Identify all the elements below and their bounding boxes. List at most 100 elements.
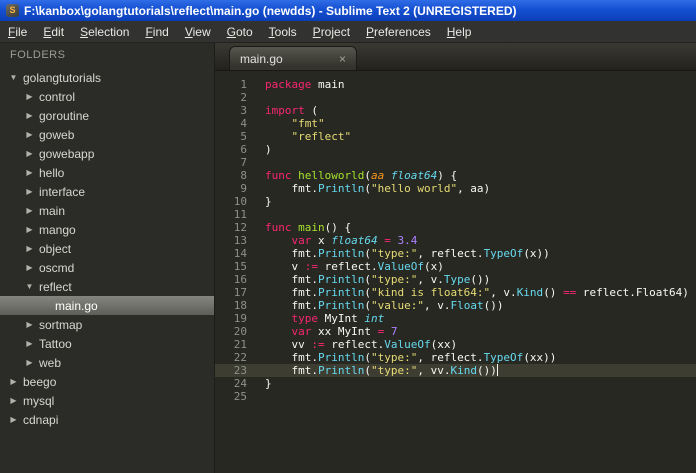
code-line-17[interactable]: 17 fmt.Println("kind is float64:", v.Kin… bbox=[215, 286, 696, 299]
menu-view[interactable]: View bbox=[177, 22, 219, 42]
sidebar-item-web[interactable]: web bbox=[0, 353, 214, 372]
code-line-1[interactable]: 1 package main bbox=[215, 78, 696, 91]
sidebar-item-goroutine[interactable]: goroutine bbox=[0, 106, 214, 125]
code-line-10[interactable]: 10} bbox=[215, 195, 696, 208]
code-line-2[interactable]: 2 bbox=[215, 91, 696, 104]
chevron-right-icon[interactable] bbox=[22, 187, 37, 196]
menu-file[interactable]: File bbox=[0, 22, 35, 42]
tree-item-label: interface bbox=[39, 184, 86, 199]
sidebar-item-mysql[interactable]: mysql bbox=[0, 391, 214, 410]
menu-help[interactable]: Help bbox=[439, 22, 480, 42]
tab-close-icon[interactable]: × bbox=[323, 52, 346, 66]
sidebar-item-beego[interactable]: beego bbox=[0, 372, 214, 391]
chevron-right-icon[interactable] bbox=[22, 244, 37, 253]
sublime-text-window: S F:\kanbox\golangtutorials\reflect\main… bbox=[0, 0, 696, 473]
sidebar-item-main-go[interactable]: main.go bbox=[0, 296, 214, 315]
line-content: fmt.Println("type:", reflect.TypeOf(x)) bbox=[265, 247, 550, 260]
code-line-12[interactable]: 12 func main() { bbox=[215, 221, 696, 234]
sidebar-item-sortmap[interactable]: sortmap bbox=[0, 315, 214, 334]
chevron-right-icon[interactable] bbox=[6, 415, 21, 424]
menu-tools[interactable]: Tools bbox=[261, 22, 305, 42]
sidebar-item-oscmd[interactable]: oscmd bbox=[0, 258, 214, 277]
sidebar-item-control[interactable]: control bbox=[0, 87, 214, 106]
line-content: ) bbox=[265, 143, 272, 156]
code-line-6[interactable]: 6) bbox=[215, 143, 696, 156]
code-line-8[interactable]: 8 func helloworld(aa float64) { bbox=[215, 169, 696, 182]
line-number: 13 bbox=[233, 234, 247, 247]
sidebar-item-gowebapp[interactable]: gowebapp bbox=[0, 144, 214, 163]
chevron-right-icon[interactable] bbox=[6, 396, 21, 405]
chevron-down-icon[interactable] bbox=[6, 73, 21, 82]
sidebar-item-hello[interactable]: hello bbox=[0, 163, 214, 182]
tree-item-label: mysql bbox=[23, 393, 55, 408]
menu-edit[interactable]: Edit bbox=[35, 22, 72, 42]
line-content: fmt.Println("type:", v.Type()) bbox=[265, 273, 491, 286]
sidebar-item-object[interactable]: object bbox=[0, 239, 214, 258]
menu-project[interactable]: Project bbox=[305, 22, 358, 42]
line-content: fmt.Println("hello world", aa) bbox=[265, 182, 491, 195]
line-number: 15 bbox=[233, 260, 247, 273]
chevron-right-icon[interactable] bbox=[22, 339, 37, 348]
chevron-right-icon[interactable] bbox=[22, 225, 37, 234]
line-number: 11 bbox=[233, 208, 247, 221]
code-line-14[interactable]: 14 fmt.Println("type:", reflect.TypeOf(x… bbox=[215, 247, 696, 260]
chevron-right-icon[interactable] bbox=[22, 358, 37, 367]
code-line-24[interactable]: 24} bbox=[215, 377, 696, 390]
window-title: F:\kanbox\golangtutorials\reflect\main.g… bbox=[24, 3, 517, 18]
code-line-5[interactable]: 5 "reflect" bbox=[215, 130, 696, 143]
chevron-right-icon[interactable] bbox=[22, 111, 37, 120]
code-line-4[interactable]: 4 "fmt" bbox=[215, 117, 696, 130]
code-line-25[interactable]: 25 bbox=[215, 390, 696, 403]
chevron-right-icon[interactable] bbox=[22, 130, 37, 139]
menu-find[interactable]: Find bbox=[137, 22, 176, 42]
line-number: 5 bbox=[240, 130, 247, 143]
code-line-23[interactable]: 23 fmt.Println("type:", vv.Kind()) bbox=[215, 364, 696, 377]
code-area[interactable]: 1 package main 2 3 import (4 "fmt" 5 "reflect… bbox=[215, 71, 696, 473]
sidebar-item-golangtutorials[interactable]: golangtutorials bbox=[0, 68, 214, 87]
line-content: "fmt" bbox=[291, 117, 325, 130]
line-number: 1 bbox=[240, 78, 247, 91]
chevron-right-icon[interactable] bbox=[22, 263, 37, 272]
chevron-right-icon[interactable] bbox=[22, 320, 37, 329]
code-line-15[interactable]: 15 v := reflect.ValueOf(x) bbox=[215, 260, 696, 273]
code-line-18[interactable]: 18 fmt.Println("value:", v.Float()) bbox=[215, 299, 696, 312]
chevron-right-icon[interactable] bbox=[22, 206, 37, 215]
code-line-11[interactable]: 11 bbox=[215, 208, 696, 221]
line-number: 4 bbox=[240, 117, 247, 130]
line-number: 8 bbox=[240, 169, 247, 182]
tree-item-label: web bbox=[39, 355, 62, 370]
chevron-right-icon[interactable] bbox=[6, 377, 21, 386]
sidebar-item-goweb[interactable]: goweb bbox=[0, 125, 214, 144]
code-line-21[interactable]: 21 vv := reflect.ValueOf(xx) bbox=[215, 338, 696, 351]
menu-selection[interactable]: Selection bbox=[72, 22, 137, 42]
menu-goto[interactable]: Goto bbox=[219, 22, 261, 42]
line-number: 20 bbox=[233, 325, 247, 338]
sidebar-item-main[interactable]: main bbox=[0, 201, 214, 220]
code-line-16[interactable]: 16 fmt.Println("type:", v.Type()) bbox=[215, 273, 696, 286]
code-line-9[interactable]: 9 fmt.Println("hello world", aa) bbox=[215, 182, 696, 195]
code-line-13[interactable]: 13 var x float64 = 3.4 bbox=[215, 234, 696, 247]
chevron-down-icon[interactable] bbox=[22, 282, 37, 291]
code-line-22[interactable]: 22 fmt.Println("type:", reflect.TypeOf(x… bbox=[215, 351, 696, 364]
sidebar-item-mango[interactable]: mango bbox=[0, 220, 214, 239]
line-content: fmt.Println("type:", vv.Kind()) bbox=[265, 364, 499, 377]
line-content: var xx MyInt = 7 bbox=[291, 325, 398, 338]
sidebar-item-interface[interactable]: interface bbox=[0, 182, 214, 201]
chevron-right-icon[interactable] bbox=[22, 92, 37, 101]
menu-preferences[interactable]: Preferences bbox=[358, 22, 439, 42]
sidebar-item-cdnapi[interactable]: cdnapi bbox=[0, 410, 214, 429]
tree-item-label: oscmd bbox=[39, 260, 75, 275]
code-line-20[interactable]: 20 var xx MyInt = 7 bbox=[215, 325, 696, 338]
code-line-19[interactable]: 19 type MyInt int bbox=[215, 312, 696, 325]
chevron-right-icon[interactable] bbox=[22, 149, 37, 158]
line-number: 7 bbox=[240, 156, 247, 169]
sidebar-item-reflect[interactable]: reflect bbox=[0, 277, 214, 296]
tab-main-go[interactable]: main.go × bbox=[229, 46, 357, 70]
menu-bar: File Edit Selection Find View Goto Tools Projec… bbox=[0, 21, 696, 43]
line-content: func main() { bbox=[265, 221, 352, 234]
sidebar-item-tattoo[interactable]: Tattoo bbox=[0, 334, 214, 353]
tree-item-label: main.go bbox=[55, 298, 98, 313]
code-line-3[interactable]: 3 import ( bbox=[215, 104, 696, 117]
code-line-7[interactable]: 7 bbox=[215, 156, 696, 169]
chevron-right-icon[interactable] bbox=[22, 168, 37, 177]
